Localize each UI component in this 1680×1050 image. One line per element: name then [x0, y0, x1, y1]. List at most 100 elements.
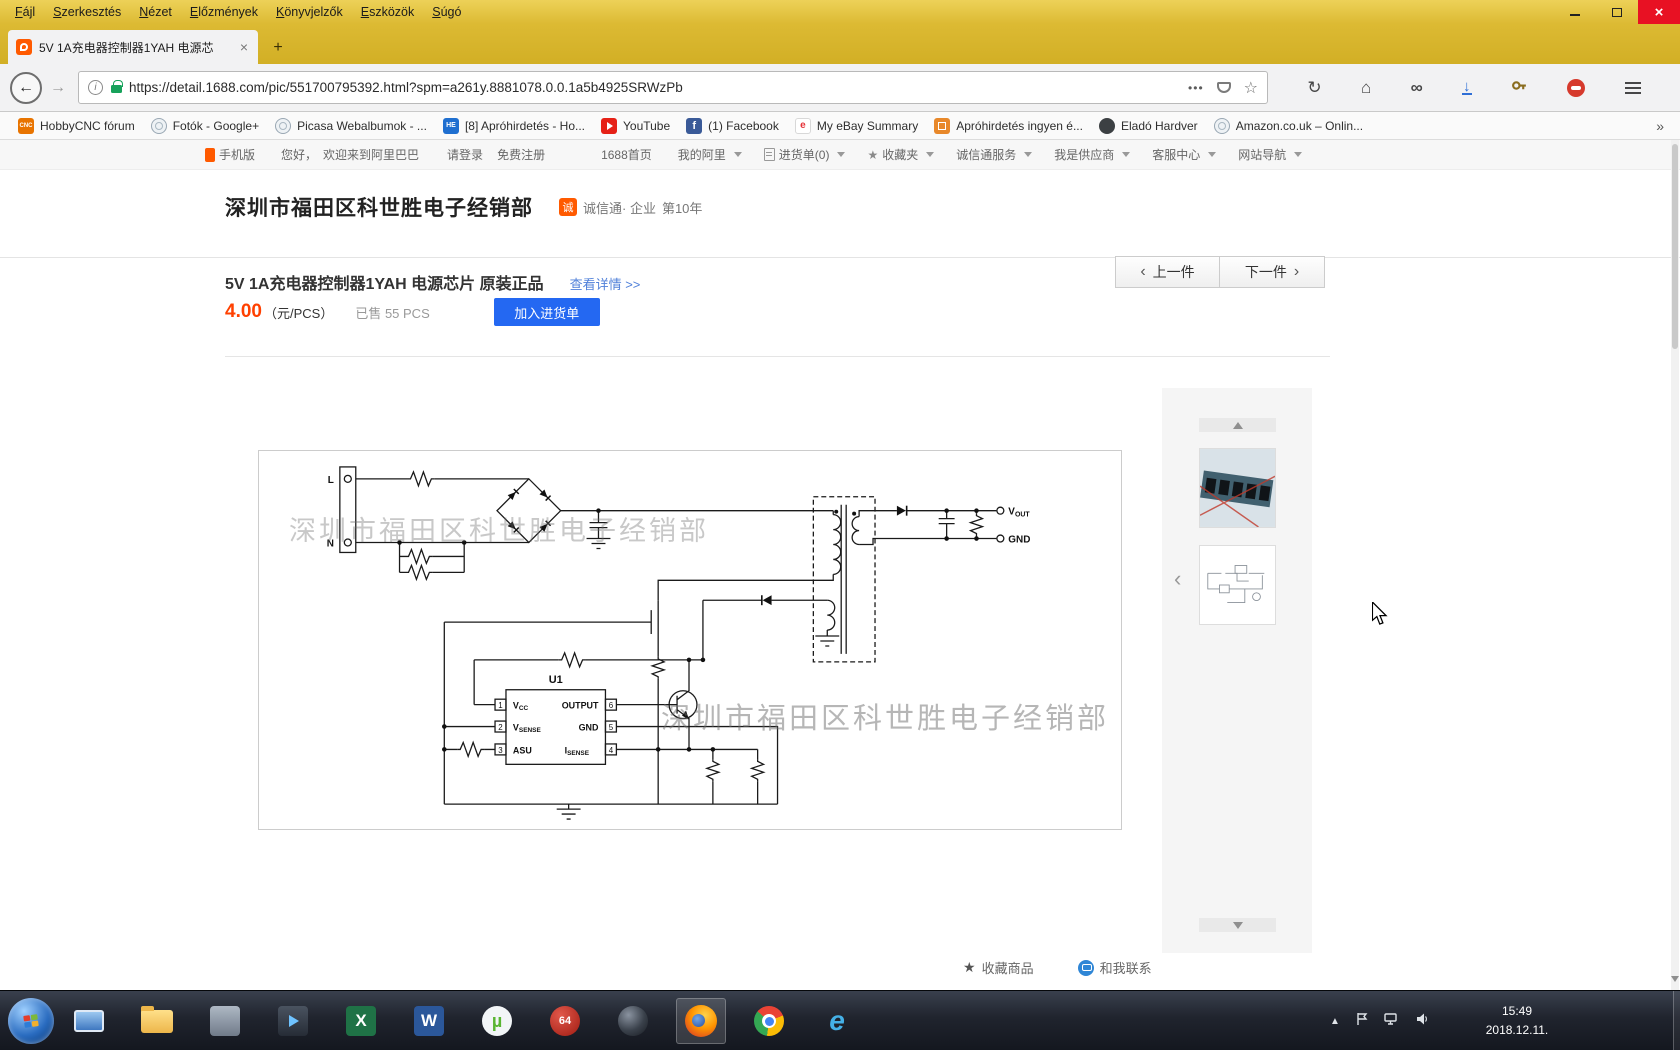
- mobile-version-link[interactable]: 手机版: [205, 146, 255, 163]
- ebay-favicon: e: [794, 117, 811, 134]
- tray-expand-icon[interactable]: ▲: [1330, 1016, 1340, 1027]
- volume-icon[interactable]: [1415, 1012, 1429, 1031]
- taskbar-computer-button[interactable]: [64, 998, 114, 1044]
- chengxintong-service-menu[interactable]: 诚信通服务: [956, 146, 1032, 163]
- bookmark-google-plus[interactable]: Fotók - Google+: [143, 115, 267, 137]
- action-center-flag-icon[interactable]: [1355, 1012, 1369, 1031]
- url-bar[interactable]: i https://detail.1688.com/pic/5517007953…: [78, 71, 1268, 104]
- bookmark-elado-hardver[interactable]: Eladó Hardver: [1091, 115, 1206, 137]
- adblock-extension-icon[interactable]: [1567, 78, 1586, 97]
- home-1688-link[interactable]: 1688首页: [601, 146, 652, 163]
- badge-label: 诚信通· 企业: [583, 200, 656, 216]
- login-link[interactable]: 请登录: [447, 146, 483, 163]
- next-item-button[interactable]: 下一件 ›: [1220, 256, 1325, 288]
- view-details-link[interactable]: 查看详情 >>: [570, 274, 641, 293]
- bookmark-picasa[interactable]: Picasa Webalbumok - ...: [267, 115, 435, 137]
- bookmark-ebay[interactable]: e My eBay Summary: [787, 115, 926, 137]
- minimize-button[interactable]: [1554, 0, 1596, 24]
- sphere-app-icon: [618, 1006, 648, 1036]
- network-icon[interactable]: [1384, 1012, 1400, 1031]
- page-actions-icon[interactable]: •••: [1188, 81, 1204, 95]
- register-link[interactable]: 免费注册: [497, 146, 545, 163]
- add-to-cart-button[interactable]: 加入进货单: [493, 298, 600, 326]
- page-info-icon[interactable]: i: [88, 80, 103, 95]
- bookmark-aprohirdetes[interactable]: HE [8] Apróhirdetés - Ho...: [435, 115, 593, 137]
- reload-icon[interactable]: ↻: [1307, 78, 1321, 98]
- supplier-menu[interactable]: 我是供应商: [1054, 146, 1130, 163]
- taskbar-media-button[interactable]: [268, 998, 318, 1044]
- customer-service-menu[interactable]: 客服中心: [1152, 146, 1216, 163]
- menu-bookmarks[interactable]: Könyvjelzők: [267, 2, 352, 22]
- menu-edit[interactable]: Szerkesztés: [44, 2, 130, 22]
- thumbnail-photo[interactable]: [1199, 448, 1276, 528]
- my-ali-menu[interactable]: 我的阿里: [678, 146, 742, 163]
- previous-item-button[interactable]: ‹ 上一件: [1115, 256, 1220, 288]
- download-icon[interactable]: ↓: [1462, 79, 1472, 96]
- taskbar-ie-button[interactable]: e: [812, 998, 862, 1044]
- forward-button[interactable]: →: [50, 79, 66, 97]
- menu-file[interactable]: Fájl: [6, 2, 44, 22]
- https-lock-icon[interactable]: [111, 80, 123, 93]
- pin-number-5: 5: [609, 723, 614, 732]
- scrollbar-thumb[interactable]: [1672, 144, 1678, 349]
- previous-label: 上一件: [1152, 264, 1195, 280]
- tab-product-page[interactable]: 5V 1A充电器控制器1YAH 电源芯 ×: [8, 30, 258, 64]
- extension-mask-icon[interactable]: ∞: [1411, 78, 1423, 98]
- facebook-favicon: f: [686, 117, 703, 134]
- favorite-item-link[interactable]: ★ 收藏商品: [963, 958, 1034, 977]
- page-scrollbar[interactable]: [1671, 140, 1679, 990]
- bookmark-facebook[interactable]: f (1) Facebook: [678, 115, 787, 137]
- key-extension-icon[interactable]: [1511, 77, 1528, 99]
- start-button[interactable]: [8, 998, 54, 1044]
- show-desktop-button[interactable]: [1673, 991, 1680, 1050]
- scrollbar-down-icon[interactable]: [1671, 976, 1679, 986]
- home-icon[interactable]: ⌂: [1361, 78, 1371, 98]
- back-button[interactable]: ←: [10, 71, 42, 104]
- thumbnail-schematic[interactable]: [1199, 545, 1276, 625]
- label-u1: U1: [549, 674, 563, 686]
- menu-tools[interactable]: Eszközök: [352, 2, 424, 22]
- bookmark-hobbycnc[interactable]: CNC HobbyCNC fórum: [10, 115, 143, 137]
- contact-me-link[interactable]: 和我联系: [1077, 958, 1152, 977]
- clock-time: 15:49: [1501, 1004, 1533, 1018]
- bookmark-youtube[interactable]: YouTube: [593, 115, 678, 137]
- menu-icon[interactable]: [1624, 81, 1641, 94]
- menu-help[interactable]: Súgó: [423, 2, 470, 22]
- taskbar-clock[interactable]: 15:49 2018.12.11.: [1478, 1002, 1556, 1039]
- taskbar-app-button[interactable]: [200, 998, 250, 1044]
- taskbar-explorer-button[interactable]: [132, 998, 182, 1044]
- bookmark-amazon[interactable]: Amazon.co.uk – Onlin...: [1206, 115, 1371, 137]
- pin-label-asu: ASU: [513, 745, 532, 755]
- gallery-scroll-up-button[interactable]: [1199, 418, 1276, 432]
- new-tab-button[interactable]: +: [266, 36, 290, 60]
- bookmark-aprohirdetes-ingyen[interactable]: Apróhirdetés ingyen é...: [926, 115, 1091, 137]
- taskbar-utorrent-button[interactable]: µ: [472, 998, 522, 1044]
- taskbar-app64-button[interactable]: 64: [540, 998, 590, 1044]
- tab-close-icon[interactable]: ×: [238, 39, 250, 55]
- menu-history[interactable]: Előzmények: [181, 2, 267, 22]
- seller-name[interactable]: 深圳市福田区科世胜电子经销部: [225, 192, 533, 222]
- maximize-button[interactable]: [1596, 0, 1638, 24]
- menu-bar: Fájl Szerkesztés Nézet Előzmények Könyvj…: [0, 0, 1680, 24]
- media-player-icon: [278, 1006, 308, 1036]
- taskbar-excel-button[interactable]: X: [336, 998, 386, 1044]
- gallery-prev-chevron[interactable]: ‹: [1174, 566, 1181, 592]
- taskbar-firefox-button[interactable]: [676, 998, 726, 1044]
- url-input[interactable]: https://detail.1688.com/pic/551700795392…: [129, 80, 1188, 95]
- circuit-wires: [339, 466, 1005, 820]
- taskbar-word-button[interactable]: W: [404, 998, 454, 1044]
- sitemap-menu[interactable]: 网站导航: [1238, 146, 1302, 163]
- bookmarks-overflow-chevron[interactable]: »: [1656, 118, 1670, 134]
- cart-menu[interactable]: 进货单(0): [763, 146, 846, 163]
- bookmark-star-icon[interactable]: ☆: [1244, 78, 1258, 98]
- bookmark-label: (1) Facebook: [708, 118, 779, 133]
- gallery-scroll-down-button[interactable]: [1199, 918, 1276, 932]
- menu-view[interactable]: Nézet: [130, 2, 181, 22]
- app-64-icon: 64: [550, 1006, 580, 1036]
- label-line-l: L: [328, 475, 334, 486]
- taskbar-sphere-app-button[interactable]: [608, 998, 658, 1044]
- taskbar-chrome-button[interactable]: [744, 998, 794, 1044]
- close-button[interactable]: ×: [1638, 0, 1680, 24]
- favorites-menu[interactable]: ★ 收藏夹: [867, 146, 934, 163]
- pocket-icon[interactable]: [1216, 82, 1231, 93]
